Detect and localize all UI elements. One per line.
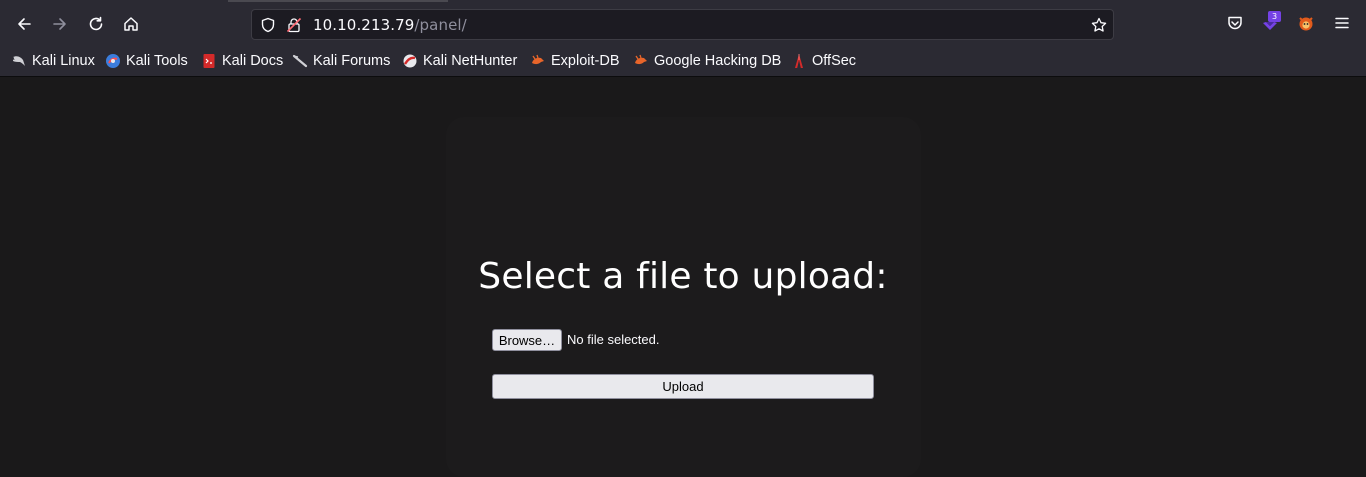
file-status-text: No file selected. [567, 332, 660, 347]
insecure-lock-icon[interactable] [286, 17, 302, 33]
bookmark-exploit-db[interactable]: Exploit-DB [530, 52, 620, 70]
offsec-icon [795, 54, 803, 68]
reload-button[interactable] [82, 10, 110, 38]
bookmark-google-hacking-db[interactable]: Google Hacking DB [633, 52, 781, 70]
tab-indicator [228, 0, 448, 2]
browser-toolbar: 10.10.213.79/panel/ 3 [0, 0, 1366, 47]
exploit-db-icon [532, 54, 544, 65]
bookmark-label: Kali Linux [32, 53, 95, 69]
bookmarks-bar: Kali Linux Kali Tools Kali Docs Kali For… [0, 47, 1366, 77]
arrow-right-icon [53, 18, 66, 30]
url-text[interactable]: 10.10.213.79/panel/ [313, 16, 467, 34]
upload-button[interactable]: Upload [492, 374, 874, 399]
bookmark-offsec[interactable]: OffSec [791, 52, 856, 70]
home-button[interactable] [117, 10, 145, 38]
bookmark-label: Kali Tools [126, 53, 188, 69]
fox-extension-icon[interactable] [1297, 14, 1315, 32]
url-host: 10.10.213.79 [313, 16, 415, 34]
shield-icon[interactable] [260, 17, 276, 33]
bookmark-kali-nethunter[interactable]: Kali NetHunter [402, 52, 517, 70]
bookmark-label: Kali Docs [222, 53, 284, 69]
bookmark-label: Kali NetHunter [423, 53, 518, 69]
kali-dragon-icon [12, 56, 25, 66]
nethunter-icon [403, 54, 417, 68]
bookmark-kali-tools[interactable]: Kali Tools [105, 52, 188, 70]
pocket-icon[interactable] [1226, 14, 1244, 32]
bookmark-kali-forums[interactable]: Kali Forums [292, 52, 390, 70]
bookmark-label: Google Hacking DB [654, 53, 782, 69]
bookmark-kali-docs[interactable]: Kali Docs [201, 52, 283, 70]
ghdb-icon [635, 54, 647, 65]
url-path: /panel/ [414, 16, 467, 34]
extension-badge: 3 [1268, 11, 1281, 22]
bookmark-star-icon[interactable] [1091, 17, 1107, 33]
kali-docs-icon [203, 54, 215, 68]
home-icon [124, 17, 138, 31]
back-button[interactable] [10, 10, 38, 38]
bookmark-label: OffSec [812, 53, 857, 69]
upload-card [446, 117, 921, 477]
browse-button[interactable]: Browse… [492, 329, 562, 351]
bookmark-label: Exploit-DB [551, 53, 620, 69]
kali-forums-icon [292, 54, 308, 68]
arrow-left-icon [18, 18, 31, 30]
address-bar[interactable]: 10.10.213.79/panel/ [251, 9, 1114, 40]
bookmark-kali-linux[interactable]: Kali Linux [11, 52, 95, 70]
menu-icon[interactable] [1333, 14, 1351, 32]
forward-button[interactable] [46, 10, 74, 38]
bookmark-label: Kali Forums [313, 53, 391, 69]
kali-tools-icon [106, 54, 120, 68]
page-title: Select a file to upload: [478, 256, 888, 297]
reload-icon [89, 16, 103, 31]
